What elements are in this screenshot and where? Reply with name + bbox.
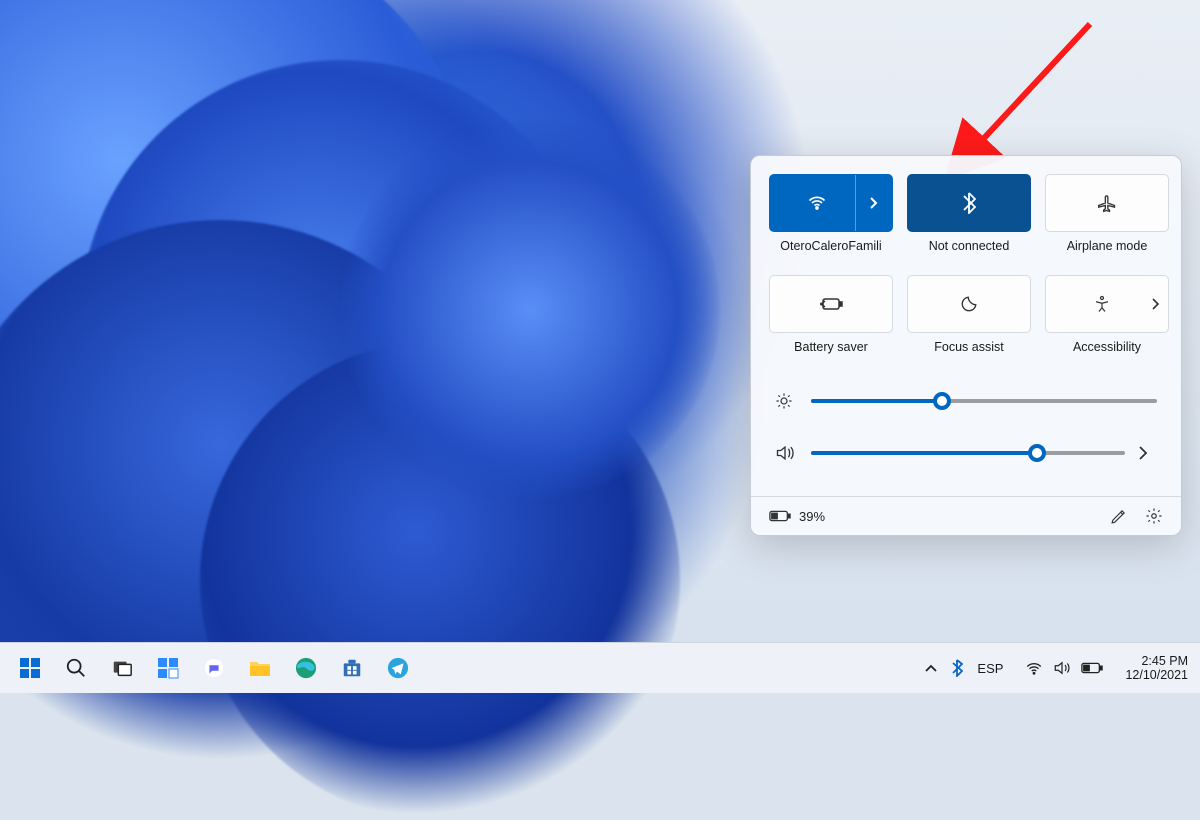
microsoft-store-button[interactable] — [332, 648, 372, 688]
bluetooth-icon — [962, 192, 976, 214]
accessibility-expand-icon[interactable] — [1152, 298, 1160, 310]
task-view-button[interactable] — [102, 648, 142, 688]
taskbar-pinned-apps — [0, 648, 418, 688]
airplane-mode-tile-label: Airplane mode — [1067, 239, 1148, 263]
accessibility-tile[interactable] — [1045, 275, 1169, 333]
battery-percent-label: 39% — [799, 509, 825, 524]
focus-assist-tile-label: Focus assist — [934, 340, 1003, 364]
volume-output-button[interactable] — [1139, 446, 1157, 460]
brightness-icon — [775, 392, 797, 410]
sliders-section — [769, 392, 1163, 462]
airplane-icon — [1097, 193, 1117, 213]
volume-slider[interactable] — [811, 451, 1125, 455]
wifi-tile[interactable] — [769, 174, 893, 232]
quick-settings-footer: 39% — [751, 496, 1181, 535]
settings-button[interactable] — [1145, 507, 1163, 525]
wifi-tile-label: OteroCaleroFamili — [780, 239, 881, 263]
taskbar: ESP 2:45 PM 12/10/2021 — [0, 642, 1200, 693]
volume-icon — [775, 444, 797, 462]
clock-time: 2:45 PM — [1125, 654, 1188, 668]
widgets-button[interactable] — [148, 648, 188, 688]
system-tray: ESP 2:45 PM 12/10/2021 — [925, 654, 1200, 683]
chat-button[interactable] — [194, 648, 234, 688]
focus-assist-icon — [960, 295, 978, 313]
edge-button[interactable] — [286, 648, 326, 688]
quick-settings-tiles: OteroCaleroFamili Not connected Airplane… — [769, 174, 1163, 364]
clock-button[interactable]: 2:45 PM 12/10/2021 — [1125, 654, 1188, 683]
tray-overflow-button[interactable] — [925, 663, 937, 673]
battery-saver-tile[interactable] — [769, 275, 893, 333]
telegram-button[interactable] — [378, 648, 418, 688]
network-volume-battery-button[interactable] — [1017, 656, 1111, 680]
quick-settings-panel: OteroCaleroFamili Not connected Airplane… — [750, 155, 1182, 536]
search-button[interactable] — [56, 648, 96, 688]
battery-status[interactable]: 39% — [769, 509, 825, 524]
input-language-button[interactable]: ESP — [977, 661, 1003, 676]
start-button[interactable] — [10, 648, 50, 688]
edit-quick-settings-button[interactable] — [1110, 508, 1127, 525]
accessibility-icon — [1093, 295, 1111, 313]
file-explorer-button[interactable] — [240, 648, 280, 688]
clock-date: 12/10/2021 — [1125, 668, 1188, 682]
battery-saver-tile-label: Battery saver — [794, 340, 868, 364]
focus-assist-tile[interactable] — [907, 275, 1031, 333]
brightness-slider-row — [775, 392, 1157, 410]
airplane-mode-tile[interactable] — [1045, 174, 1169, 232]
brightness-slider[interactable] — [811, 399, 1157, 403]
bluetooth-tile-label: Not connected — [929, 239, 1010, 263]
battery-saver-icon — [819, 296, 843, 312]
accessibility-tile-label: Accessibility — [1073, 340, 1141, 364]
tray-bluetooth-icon[interactable] — [951, 659, 963, 677]
wifi-expand-button[interactable] — [855, 175, 892, 231]
bluetooth-tile[interactable] — [907, 174, 1031, 232]
volume-slider-row — [775, 444, 1157, 462]
wifi-icon — [807, 193, 827, 213]
